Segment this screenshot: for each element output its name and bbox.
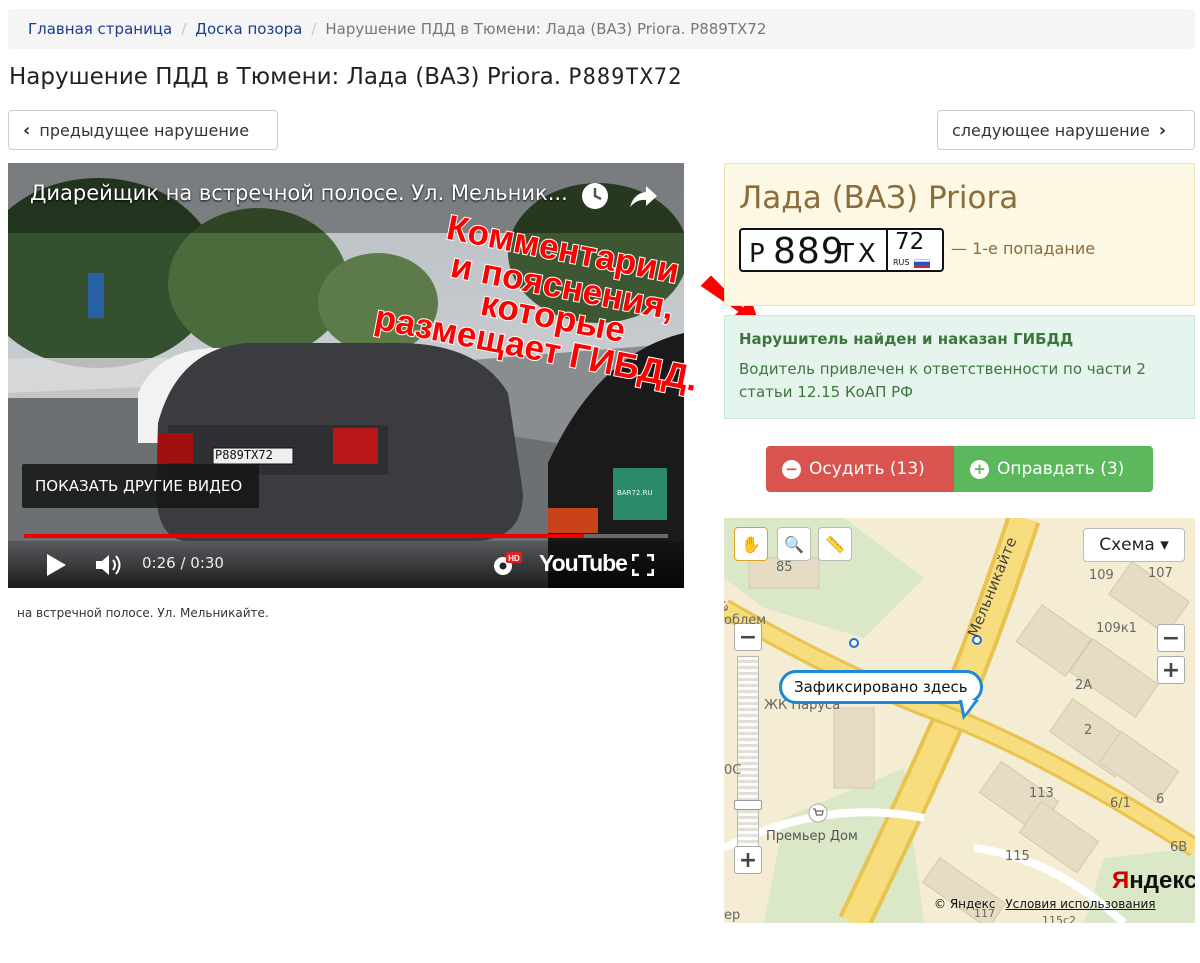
video-title[interactable]: Диарейщик на встречной полосе. Ул. Мельн… xyxy=(30,181,568,205)
video-frame xyxy=(8,163,684,588)
video-caption: на встречной полосе. Ул. Мельникайте. xyxy=(17,606,269,620)
plate-letters: ТХ xyxy=(838,239,880,269)
map-label-85: 85 xyxy=(776,560,793,575)
video-progress-fill xyxy=(24,534,585,538)
play-icon[interactable] xyxy=(46,554,66,576)
zoom-in-left-button[interactable]: + xyxy=(734,846,762,874)
map-label-6-1: 6/1 xyxy=(1110,796,1131,811)
plus-icon: + xyxy=(970,459,989,479)
map-label-cut-oblem: облем xyxy=(724,613,767,628)
show-other-videos-button[interactable]: ПОКАЗАТЬ ДРУГИЕ ВИДЕО xyxy=(22,464,259,508)
violator-found-title: Нарушитель найден и наказан ГИБДД xyxy=(739,330,1074,348)
acquit-button[interactable]: + Оправдать (3) xyxy=(954,446,1153,492)
map-layer-select[interactable]: Схема ▾ xyxy=(1083,528,1185,562)
map-label-107: 107 xyxy=(1148,566,1173,581)
breadcrumb-separator: / xyxy=(311,20,317,38)
violator-found-panel: Нарушитель найден и наказан ГИБДД Водите… xyxy=(724,315,1195,419)
magnifier-icon[interactable]: 🔍 xyxy=(777,527,811,561)
breadcrumb-current: Нарушение ПДД в Тюмени: Лада (ВАЗ) Prior… xyxy=(325,20,767,38)
page-title-plate: Р889ТХ72 xyxy=(568,65,683,90)
chevron-right-icon: › xyxy=(1158,119,1167,141)
plate-digits: 889 xyxy=(773,231,845,272)
map-copyright: © Яндекс xyxy=(934,897,996,911)
video-controls: 0:26 / 0:30 HD YouTube xyxy=(8,541,684,588)
share-icon[interactable] xyxy=(628,183,658,209)
violator-found-text: Водитель привлечен к ответственности по … xyxy=(739,360,1146,401)
map-label-shop: Премьер Дом xyxy=(766,829,858,844)
map-label-cut-er: ер xyxy=(724,908,741,923)
page-title: Нарушение ПДД в Тюмени: Лада (ВАЗ) Prior… xyxy=(9,64,682,90)
map-label-113: 113 xyxy=(1029,786,1054,801)
settings-gear-icon[interactable]: HD xyxy=(492,552,524,578)
map-label-6b: 6В xyxy=(1170,840,1188,855)
shop-cart-icon xyxy=(808,803,828,823)
zoom-slider[interactable] xyxy=(737,656,759,848)
video-time: 0:26 / 0:30 xyxy=(142,554,224,572)
plate-region: 72 xyxy=(895,229,925,255)
map-footer: © Яндекс Условия использования xyxy=(934,897,1156,911)
zoom-slider-handle[interactable] xyxy=(734,800,762,810)
map-label-2a: 2А xyxy=(1075,678,1093,693)
condemn-button[interactable]: − Осудить (13) xyxy=(766,446,954,492)
breadcrumb-separator: / xyxy=(181,20,187,38)
zoom-out-button[interactable]: − xyxy=(1157,624,1185,652)
map-label-2: 2 xyxy=(1084,723,1093,738)
map-label-109k1: 109к1 xyxy=(1096,621,1137,636)
breadcrumb: Главная страница / Доска позора / Наруше… xyxy=(8,9,1195,49)
breadcrumb-section-link[interactable]: Доска позора xyxy=(195,20,302,38)
map-label-115c2: 115с2 xyxy=(1042,914,1077,923)
chevron-left-icon: ‹ xyxy=(23,119,31,141)
car-name: Лада (ВАЗ) Priora xyxy=(739,180,1019,216)
yandex-map[interactable]: ✋ 🔍 📏 Схема ▾ − + − + 85 109 107 109к1 2… xyxy=(724,518,1195,923)
russia-flag-icon xyxy=(914,259,930,268)
condemn-label: Осудить (13) xyxy=(809,459,925,479)
car-info-panel: Лада (ВАЗ) Priora Р 889 ТХ 72 RUS — 1-е … xyxy=(724,163,1195,306)
acquit-label: Оправдать (3) xyxy=(997,459,1125,479)
map-label-109: 109 xyxy=(1089,568,1114,583)
video-car-plate: Р889ТХ72 xyxy=(215,448,273,462)
map-label-cut-oc: 0С xyxy=(724,763,742,778)
yandex-logo: Яндекс xyxy=(1112,867,1195,894)
map-terms-link[interactable]: Условия использования xyxy=(1005,897,1155,911)
previous-violation-label: предыдущее нарушение xyxy=(39,120,250,140)
next-violation-label: следующее нарушение xyxy=(952,120,1150,140)
volume-icon[interactable] xyxy=(96,553,126,577)
minus-icon: − xyxy=(782,459,801,479)
hit-count: — 1-е попадание xyxy=(951,239,1096,258)
next-violation-button[interactable]: следующее нарушение › xyxy=(937,110,1195,150)
map-label-6: 6 xyxy=(1156,792,1165,807)
map-label-115: 115 xyxy=(1005,849,1030,864)
pan-hand-icon[interactable]: ✋ xyxy=(734,527,768,561)
previous-violation-button[interactable]: ‹ предыдущее нарушение xyxy=(8,110,278,150)
page-title-text: Нарушение ПДД в Тюмени: Лада (ВАЗ) Prior… xyxy=(9,64,562,90)
clock-icon[interactable] xyxy=(580,181,610,211)
video-watermark: BAR72.RU xyxy=(617,489,653,497)
map-balloon[interactable]: Зафиксировано здесь xyxy=(779,670,983,704)
plate-letter: Р xyxy=(749,239,765,269)
breadcrumb-home-link[interactable]: Главная страница xyxy=(28,20,172,38)
video-player[interactable]: Р889ТХ72 BAR72.RU Диарейщик на встречной… xyxy=(8,163,684,588)
plate-country: RUS xyxy=(893,258,910,267)
license-plate: Р 889 ТХ 72 RUS xyxy=(739,228,944,272)
ruler-icon[interactable]: 📏 xyxy=(818,527,852,561)
youtube-logo[interactable]: YouTube xyxy=(539,550,628,577)
fullscreen-icon[interactable] xyxy=(632,554,654,576)
balloon-tail-icon xyxy=(959,700,979,720)
video-progress-bar[interactable] xyxy=(24,534,668,538)
zoom-in-button[interactable]: + xyxy=(1157,656,1185,684)
hd-badge: HD xyxy=(508,554,520,563)
